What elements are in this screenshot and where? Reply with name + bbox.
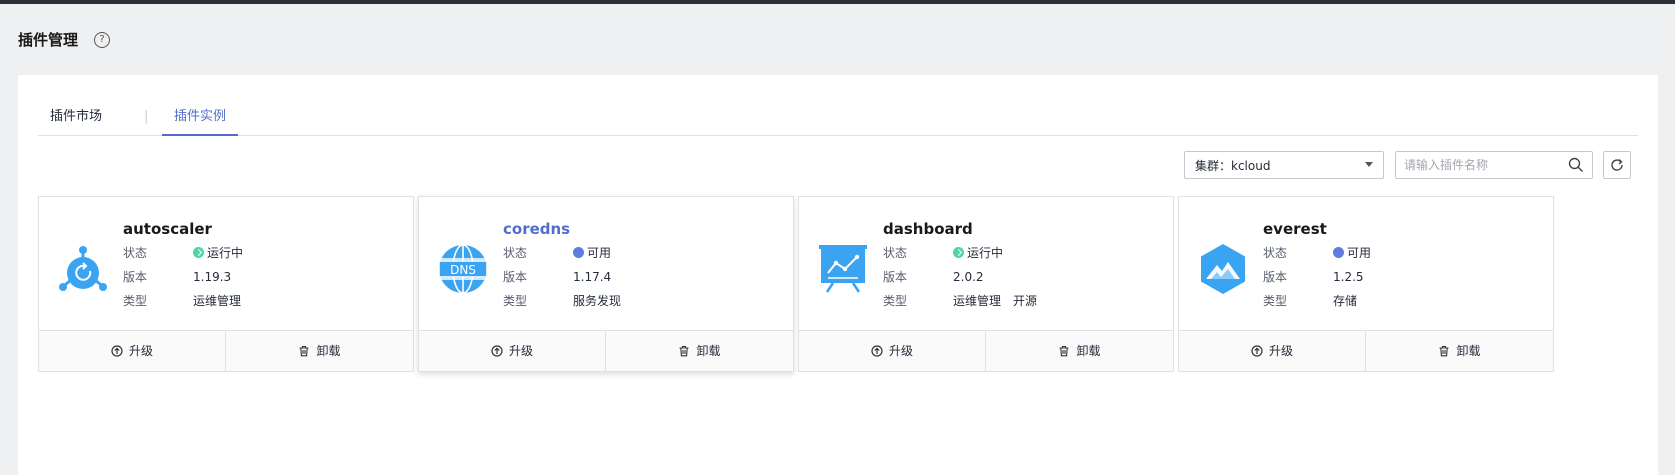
version-row: 版本 1.17.4 bbox=[503, 270, 612, 284]
question-circle-icon[interactable]: ? bbox=[94, 32, 110, 48]
version-value: 1.2.5 bbox=[1333, 270, 1364, 284]
status-row: 状态可用 bbox=[503, 242, 612, 261]
type-tag: 运维管理 bbox=[193, 294, 242, 308]
version-value: 2.0.2 bbox=[953, 270, 984, 284]
everest-mountain-icon bbox=[1201, 244, 1245, 294]
type-tag: 存储 bbox=[1333, 294, 1358, 308]
main-panel: 插件市场 | 插件实例 集群：kcloud 请输入插件名称 autoscaler… bbox=[18, 75, 1658, 475]
status-value: 运行中 bbox=[207, 246, 244, 260]
plugin-name[interactable]: dashboard bbox=[883, 220, 973, 238]
upgrade-button[interactable]: 升级 bbox=[1179, 331, 1366, 371]
refresh-button[interactable] bbox=[1603, 151, 1631, 179]
upgrade-icon bbox=[491, 345, 503, 357]
cluster-select[interactable]: 集群：kcloud bbox=[1184, 151, 1384, 179]
plugin-card-everest[interactable]: everest 状态可用 版本1.2.5 类型存储 升级 卸载 bbox=[1178, 196, 1554, 372]
page-title: 插件管理 bbox=[18, 31, 79, 49]
type-row: 类型 运维管理 开源 bbox=[883, 294, 1038, 308]
plugin-search[interactable] bbox=[1395, 151, 1593, 179]
version-row: 版本 2.0.2 bbox=[883, 270, 984, 284]
plugin-card-autoscaler[interactable]: autoscaler 状态 运行中 版本 1.19.3 类型 运维管理 升级 卸载 bbox=[38, 196, 414, 372]
tab-bar: 插件市场 | 插件实例 bbox=[38, 105, 1638, 136]
version-value: 1.19.3 bbox=[193, 270, 232, 284]
running-status-icon bbox=[193, 247, 204, 258]
search-input[interactable] bbox=[1404, 155, 1554, 175]
upgrade-icon bbox=[1251, 345, 1263, 357]
card-actions: 升级 卸载 bbox=[39, 330, 413, 371]
upgrade-icon bbox=[871, 345, 883, 357]
type-tag: 运维管理 bbox=[953, 294, 1002, 308]
status-value: 运行中 bbox=[967, 246, 1004, 260]
type-tag: 服务发现 bbox=[573, 294, 622, 308]
status-value: 可用 bbox=[587, 246, 612, 260]
upgrade-icon bbox=[111, 345, 123, 357]
dashboard-board-icon bbox=[819, 245, 867, 293]
status-row: 状态可用 bbox=[1263, 242, 1372, 261]
uninstall-button[interactable]: 卸载 bbox=[606, 331, 793, 371]
available-status-icon bbox=[573, 242, 584, 258]
trash-icon bbox=[679, 345, 689, 357]
plugin-name[interactable]: everest bbox=[1263, 220, 1327, 238]
type-row: 类型 服务发现 bbox=[503, 294, 622, 308]
tab-separator: | bbox=[144, 109, 149, 124]
type-row: 类型 存储 bbox=[1263, 294, 1358, 308]
uninstall-button[interactable]: 卸载 bbox=[1366, 331, 1553, 371]
running-status-icon bbox=[953, 247, 964, 258]
upgrade-button[interactable]: 升级 bbox=[419, 331, 606, 371]
cluster-select-value: 集群：kcloud bbox=[1195, 159, 1271, 173]
card-actions: 升级 卸载 bbox=[799, 330, 1173, 371]
upgrade-button[interactable]: 升级 bbox=[799, 331, 986, 371]
tab-plugin-instances[interactable]: 插件实例 bbox=[162, 105, 239, 136]
svg-text:DNS: DNS bbox=[450, 263, 476, 277]
status-row: 状态 运行中 bbox=[883, 246, 1004, 260]
status-value: 可用 bbox=[1347, 246, 1372, 260]
tab-plugin-market[interactable]: 插件市场 bbox=[50, 105, 102, 134]
plugin-name[interactable]: coredns bbox=[503, 220, 570, 238]
trash-icon bbox=[1059, 345, 1069, 357]
type-row: 类型 运维管理 bbox=[123, 294, 242, 308]
autoscaler-icon bbox=[59, 246, 107, 291]
uninstall-button[interactable]: 卸载 bbox=[226, 331, 413, 371]
plugin-name[interactable]: autoscaler bbox=[123, 220, 212, 238]
card-actions: 升级 卸载 bbox=[1179, 330, 1553, 371]
version-row: 版本 1.2.5 bbox=[1263, 270, 1364, 284]
trash-icon bbox=[1439, 345, 1449, 357]
available-status-icon bbox=[1333, 242, 1344, 258]
trash-icon bbox=[299, 345, 309, 357]
plugin-card-dashboard[interactable]: dashboard 状态 运行中 版本 2.0.2 类型 运维管理 开源 升级 卸载 bbox=[798, 196, 1174, 372]
status-row: 状态 运行中 bbox=[123, 246, 244, 260]
top-bar bbox=[0, 0, 1675, 4]
caret-down-icon bbox=[1365, 162, 1373, 167]
search-icon[interactable] bbox=[1568, 157, 1584, 173]
type-tag: 开源 bbox=[1013, 294, 1038, 308]
version-value: 1.17.4 bbox=[573, 270, 612, 284]
upgrade-button[interactable]: 升级 bbox=[39, 331, 226, 371]
dns-globe-icon: DNS bbox=[438, 244, 488, 294]
version-row: 版本 1.19.3 bbox=[123, 270, 232, 284]
refresh-icon bbox=[1611, 158, 1623, 171]
uninstall-button[interactable]: 卸载 bbox=[986, 331, 1173, 371]
card-actions: 升级 卸载 bbox=[419, 330, 793, 371]
plugin-card-coredns[interactable]: DNS coredns 状态可用 版本1.17.4 类型服务发现 升级 卸载 bbox=[418, 196, 794, 372]
